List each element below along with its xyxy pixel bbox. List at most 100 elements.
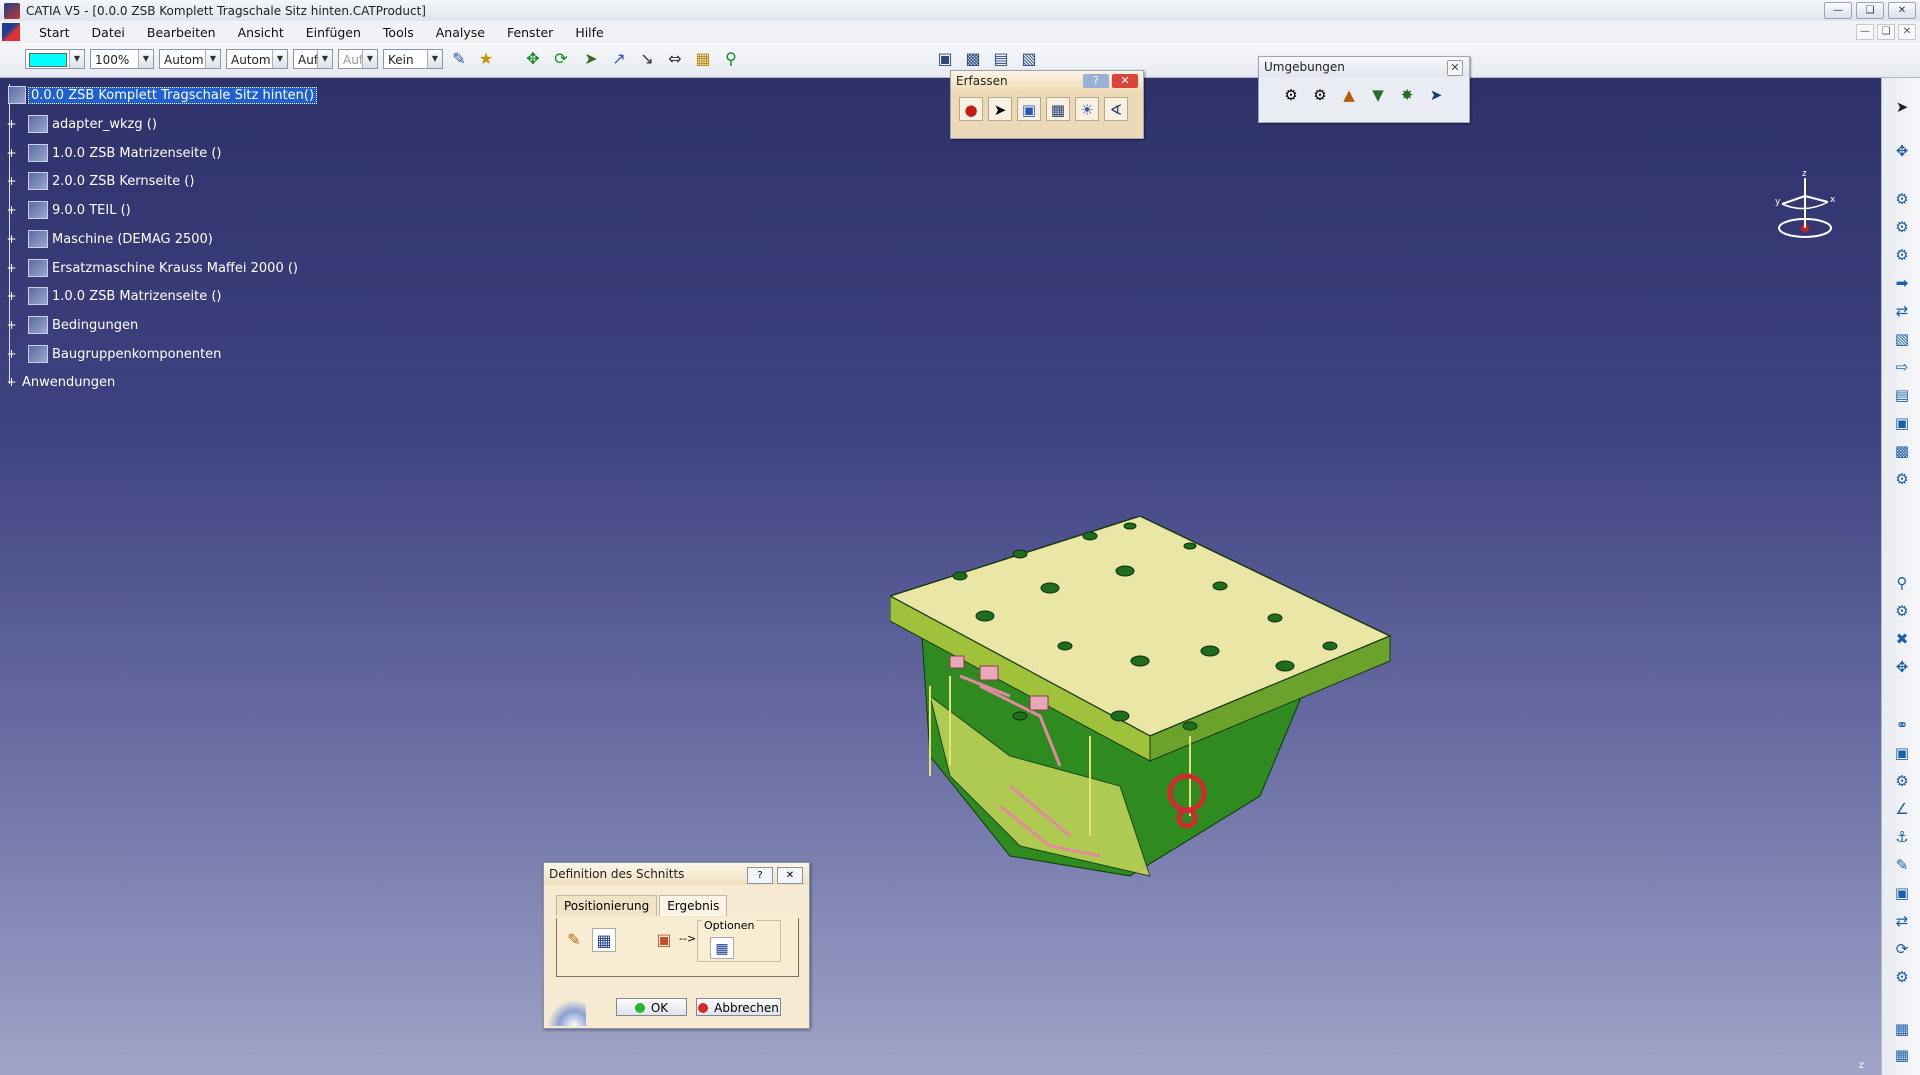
color-combo[interactable]: ▼ <box>25 49 85 69</box>
existing-component-icon[interactable]: ➡ <box>1891 272 1913 294</box>
analyze-icon[interactable]: ⚲ <box>720 48 742 70</box>
lightbulb-icon[interactable]: ★ <box>475 48 497 70</box>
edit-section-icon[interactable]: ✎ <box>562 928 586 952</box>
layer-combo[interactable]: Auf ▼ <box>293 49 333 69</box>
cursor-icon[interactable]: ➤ <box>1424 83 1448 107</box>
doc-close-button[interactable]: ✕ <box>1898 24 1916 40</box>
clash-icon[interactable]: ⚙ <box>1891 600 1913 622</box>
lineweight-combo[interactable]: Autom ▼ <box>226 49 288 69</box>
change-constraint-icon[interactable]: ⟳ <box>1891 938 1913 960</box>
selective-load-icon[interactable]: ▣ <box>1891 412 1913 434</box>
capture-icon[interactable]: ▣ <box>1017 97 1041 121</box>
erfassen-help-button[interactable]: ? <box>1083 74 1109 88</box>
align-icon[interactable]: ⇔ <box>664 48 686 70</box>
3d-viewport[interactable]: z y x z <box>0 78 1882 1075</box>
contact-constraint-icon[interactable]: ▣ <box>1891 742 1913 764</box>
expand-icon[interactable]: + <box>6 376 17 388</box>
snap-icon[interactable]: ↘ <box>636 48 658 70</box>
filter-combo[interactable]: Kein ▼ <box>383 49 443 69</box>
menu-fenster[interactable]: Fenster <box>496 25 564 40</box>
expand-icon[interactable]: + <box>6 175 17 187</box>
section-window-icon[interactable]: ▣ <box>652 928 676 952</box>
tab-positionierung[interactable]: Positionierung <box>556 895 658 916</box>
explode-icon[interactable]: ⚲ <box>1891 572 1913 594</box>
fix-component-icon[interactable]: ⚓ <box>1891 826 1913 848</box>
manage-representations-icon[interactable]: ▩ <box>1891 440 1913 462</box>
options-grid-icon[interactable]: ▦ <box>710 937 734 959</box>
graph-tree-icon[interactable]: ▧ <box>1891 328 1913 350</box>
expand-icon[interactable]: + <box>6 348 17 360</box>
doc-minimize-button[interactable]: — <box>1856 24 1874 40</box>
album-icon[interactable]: ▦ <box>1046 97 1070 121</box>
menu-analyse[interactable]: Analyse <box>425 25 496 40</box>
gear-icon[interactable]: ⚙ <box>1279 83 1303 107</box>
tree-item[interactable]: + Baugruppenkomponenten <box>6 344 221 364</box>
tree-root[interactable]: 0.0.0 ZSB Komplett Tragschale Sitz hinte… <box>8 85 318 105</box>
select-icon[interactable]: ➤ <box>988 97 1012 121</box>
expand-icon[interactable]: + <box>6 204 17 216</box>
manipulation-icon[interactable]: ✥ <box>1891 140 1913 162</box>
stop-manipulation-icon[interactable]: ✖ <box>1891 628 1913 650</box>
tree-item[interactable]: + adapter_wkzg () <box>6 114 157 134</box>
tree-item[interactable]: + Maschine (DEMAG 2500) <box>6 229 213 249</box>
expand-icon[interactable]: + <box>6 233 17 245</box>
smart-move-icon[interactable]: ✥ <box>1891 656 1913 678</box>
record-icon[interactable]: ● <box>959 97 983 121</box>
expand-icon[interactable]: + <box>6 118 17 130</box>
expand-icon[interactable]: + <box>6 147 17 159</box>
cancel-button[interactable]: Abbrechen <box>696 998 781 1016</box>
tree-item[interactable]: + 9.0.0 TEIL () <box>6 200 131 220</box>
new-component-icon[interactable]: ⚙ <box>1891 188 1913 210</box>
dialog-help-button[interactable]: ? <box>747 867 773 884</box>
pan-icon[interactable]: ✥ <box>522 48 544 70</box>
tree-item[interactable]: + Anwendungen <box>6 372 115 392</box>
menu-bearbeiten[interactable]: Bearbeiten <box>136 25 227 40</box>
tree-item[interactable]: + Bedingungen <box>6 315 138 335</box>
constraint-icon[interactable]: ▦ <box>692 48 714 70</box>
product-icon[interactable]: ▣ <box>934 48 956 70</box>
dialog-close-button[interactable]: ✕ <box>777 867 803 884</box>
close-button[interactable]: ✕ <box>1888 2 1916 19</box>
tree-item[interactable]: + 1.0.0 ZSB Matrizenseite () <box>6 143 221 163</box>
app-menu-icon[interactable] <box>2 23 20 41</box>
linetype-combo[interactable]: Autom ▼ <box>159 49 221 69</box>
maximize-button[interactable]: ❏ <box>1856 2 1884 19</box>
menu-start[interactable]: Start <box>28 25 81 40</box>
tab-ergebnis[interactable]: Ergebnis <box>659 895 728 916</box>
numbering-icon[interactable]: ▤ <box>1891 384 1913 406</box>
image-icon[interactable]: ☀ <box>1075 97 1099 121</box>
rotate-icon[interactable]: ⟳ <box>550 48 572 70</box>
menu-hilfe[interactable]: Hilfe <box>564 25 614 40</box>
multi-instantiation-icon[interactable]: ⚙ <box>1891 468 1913 490</box>
scene-icon[interactable]: ▼ <box>1366 83 1390 107</box>
expand-icon[interactable]: + <box>6 319 17 331</box>
expand-icon[interactable]: + <box>6 290 17 302</box>
measure-between-icon[interactable]: ▦ <box>1891 1018 1913 1040</box>
fix-together-icon[interactable]: ✎ <box>1891 854 1913 876</box>
light-icon[interactable]: ✸ <box>1395 83 1419 107</box>
reorder-icon[interactable]: ⇨ <box>1891 356 1913 378</box>
measure-item-icon[interactable]: ▦ <box>1891 1044 1913 1066</box>
compass-widget[interactable]: z y x <box>1770 166 1840 256</box>
reuse-pattern-icon[interactable]: ⚙ <box>1891 966 1913 988</box>
offset-constraint-icon[interactable]: ⚙ <box>1891 770 1913 792</box>
paint-brush-icon[interactable]: ✎ <box>448 48 470 70</box>
ok-button[interactable]: OK <box>616 998 687 1016</box>
flexible-subassembly-icon[interactable]: ⇄ <box>1891 910 1913 932</box>
erfassen-close-button[interactable]: ✕ <box>1112 74 1138 88</box>
menu-tools[interactable]: Tools <box>372 25 425 40</box>
doc-restore-button[interactable]: ❏ <box>1877 24 1895 40</box>
minimize-button[interactable]: — <box>1824 2 1852 19</box>
fly-icon[interactable]: ➤ <box>580 48 602 70</box>
assembly-icon[interactable]: ▩ <box>962 48 984 70</box>
new-product-icon[interactable]: ⚙ <box>1891 216 1913 238</box>
options-icon[interactable]: ∢ <box>1104 97 1128 121</box>
expand-icon[interactable]: + <box>6 262 17 274</box>
menu-datei[interactable]: Datei <box>81 25 136 40</box>
menu-einfuegen[interactable]: Einfügen <box>295 25 372 40</box>
section-icon[interactable]: ▧ <box>1018 48 1040 70</box>
grid-icon[interactable]: ▦ <box>592 928 616 952</box>
lamp-icon[interactable]: ▲ <box>1337 83 1361 107</box>
3d-model[interactable] <box>890 516 1410 896</box>
measure-icon[interactable]: ↗ <box>608 48 630 70</box>
